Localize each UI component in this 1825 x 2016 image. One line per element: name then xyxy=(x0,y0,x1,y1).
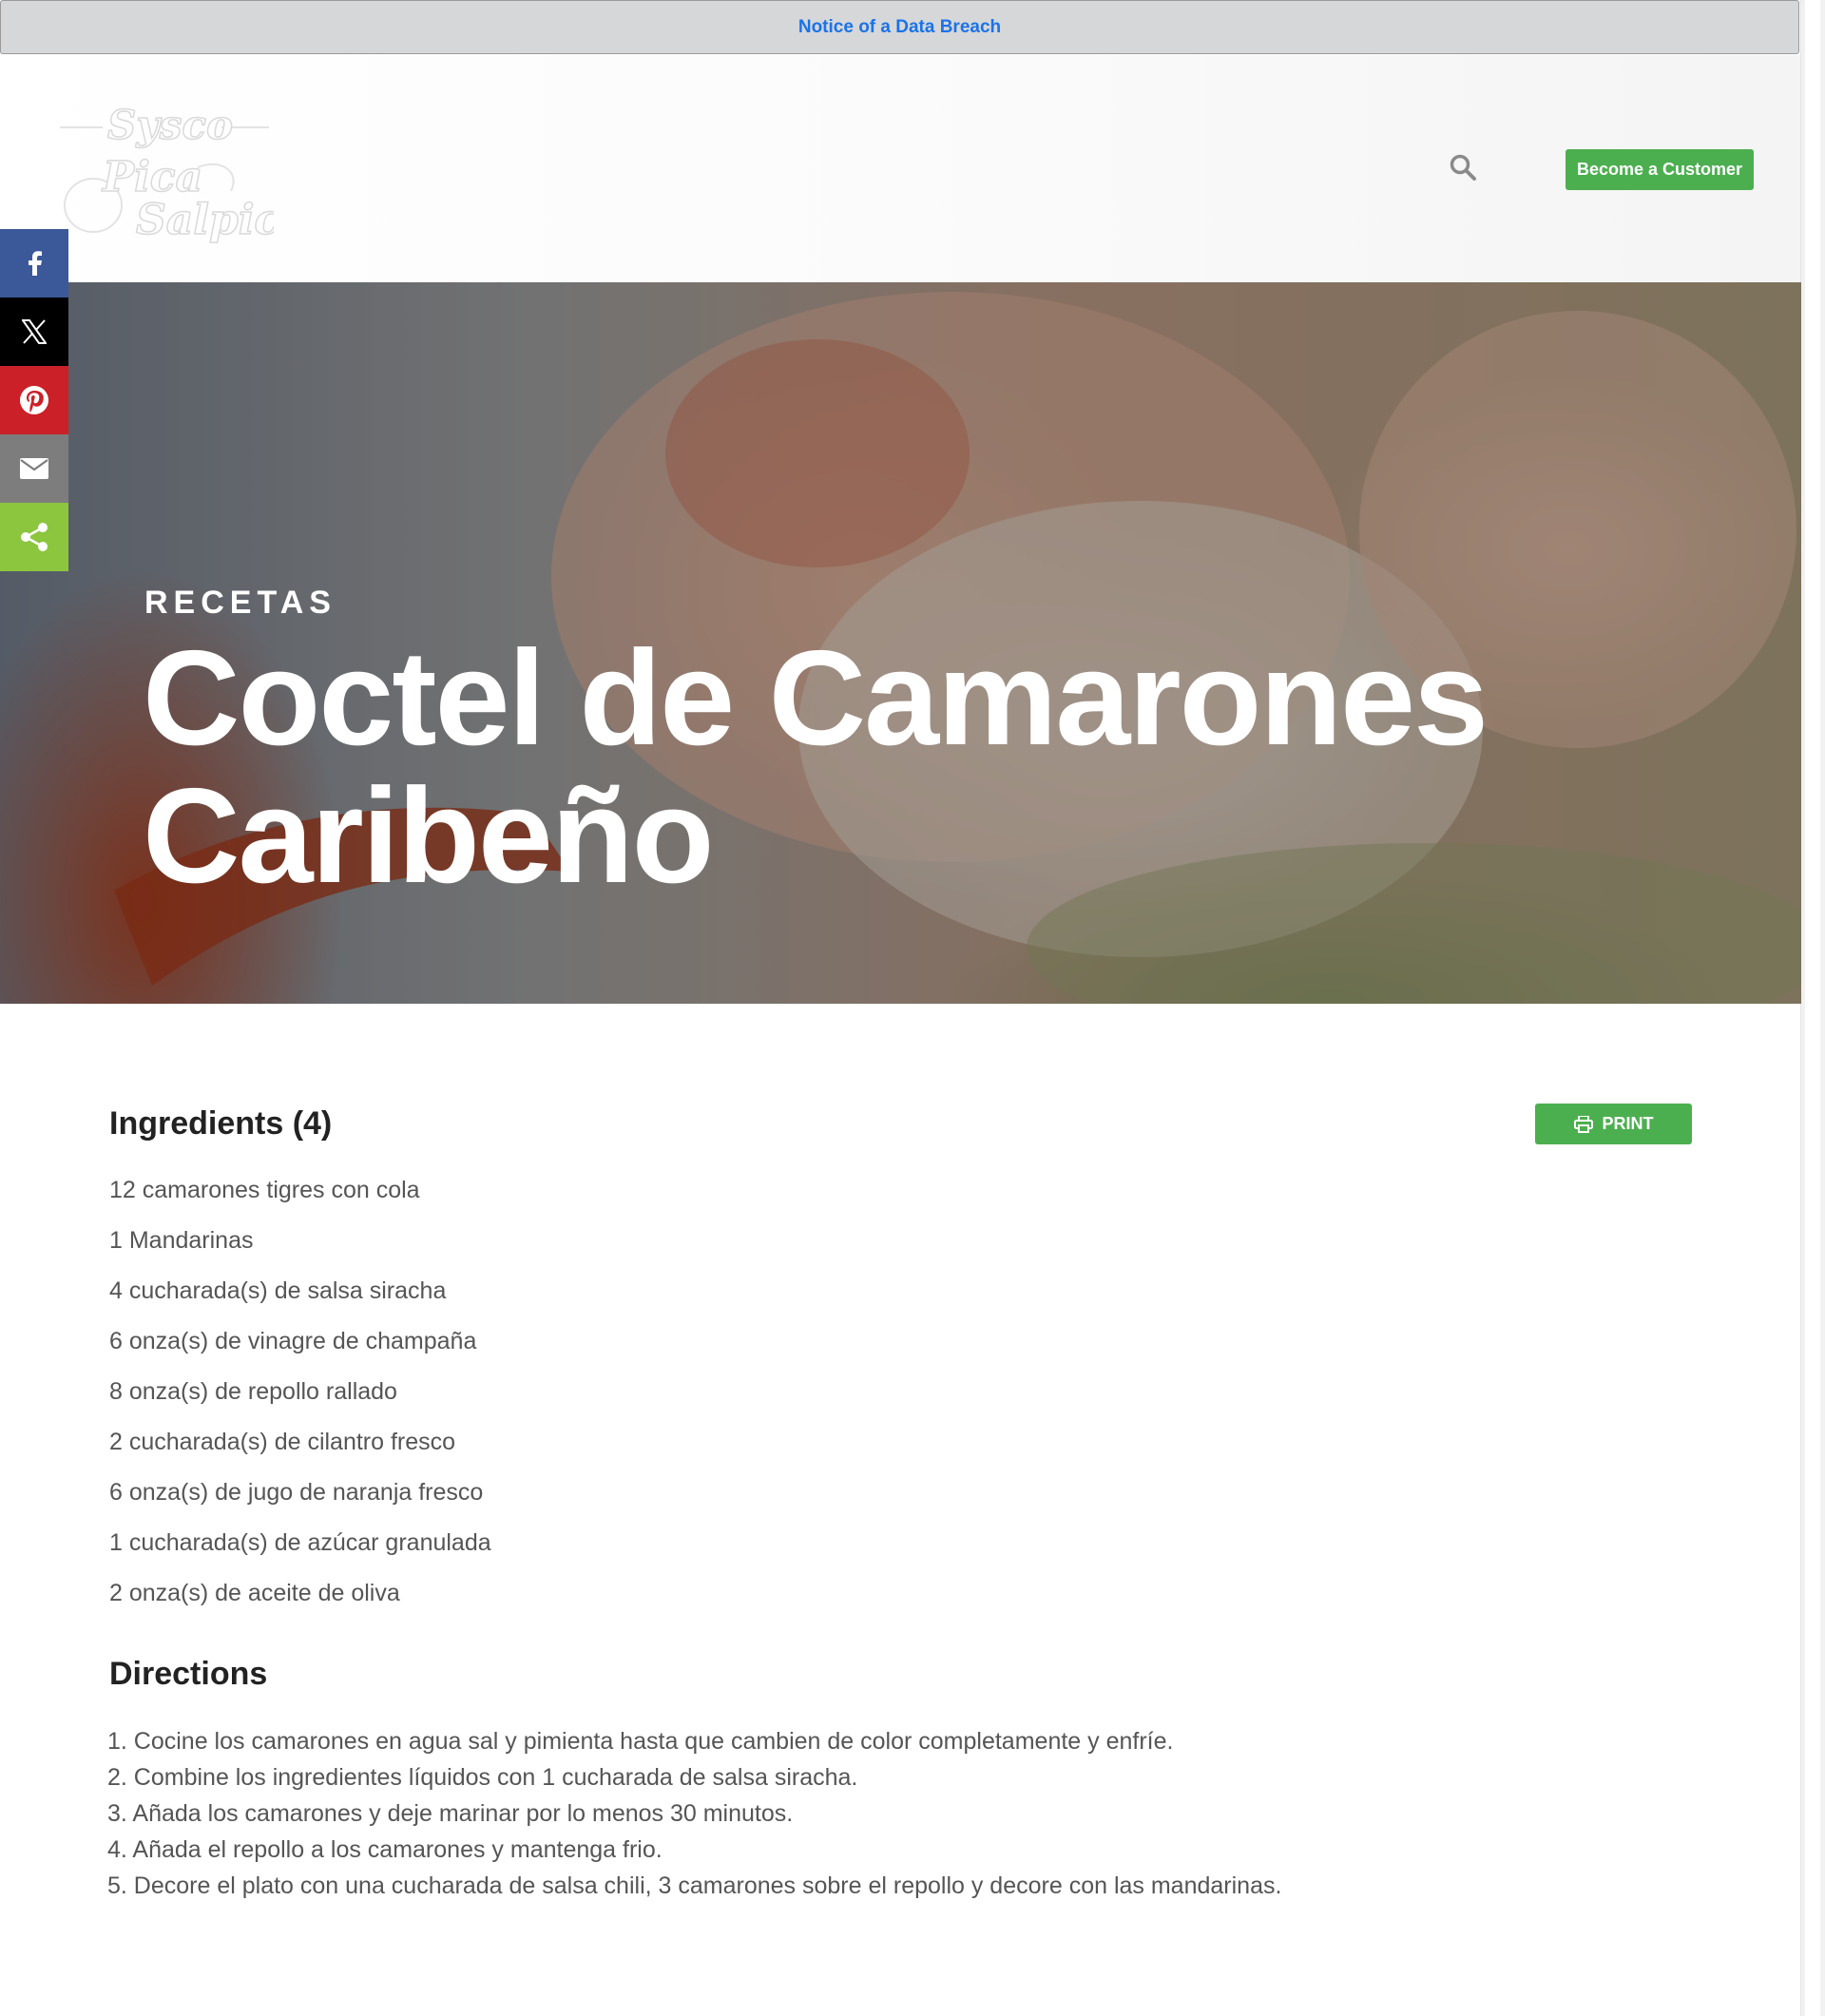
ingredient-item: 6 onza(s) de vinagre de champaña xyxy=(109,1328,477,1354)
print-button-label: PRINT xyxy=(1602,1114,1654,1133)
ingredient-item: 1 cucharada(s) de azúcar granulada xyxy=(109,1529,491,1556)
svg-text:Salpica: Salpica xyxy=(136,196,274,243)
pinterest-share-button[interactable] xyxy=(0,366,68,434)
svg-text:Pica: Pica xyxy=(101,153,202,202)
ingredient-item: 12 camarones tigres con cola xyxy=(109,1177,420,1203)
recipe-title-line-2: Caribeño xyxy=(143,760,714,912)
directions-heading: Directions xyxy=(109,1656,268,1692)
ingredient-item: 8 onza(s) de repollo rallado xyxy=(109,1378,397,1405)
facebook-share-button[interactable] xyxy=(0,229,68,298)
sysco-pica-salpica-logo[interactable]: Sysco Pica Salpica xyxy=(55,101,274,243)
share-icon xyxy=(21,523,48,551)
scrollbar-thumb[interactable] xyxy=(1805,0,1820,2016)
recipe-title: Coctel de Camarones Caribeño xyxy=(143,629,1568,905)
x-share-button[interactable] xyxy=(0,298,68,366)
ingredient-item: 2 cucharada(s) de cilantro fresco xyxy=(109,1429,456,1455)
search-icon[interactable] xyxy=(1449,153,1477,182)
direction-step: 5. Decore el plato con una cucharada de … xyxy=(107,1872,1282,1899)
recipe-title-line-1: Coctel de Camarones xyxy=(143,623,1489,774)
facebook-icon xyxy=(29,251,42,276)
x-icon xyxy=(22,319,47,344)
svg-text:Sysco: Sysco xyxy=(107,102,233,148)
ingredient-item: 6 onza(s) de jugo de naranja fresco xyxy=(109,1479,484,1506)
pinterest-icon xyxy=(20,386,48,414)
directions-list: 1. Cocine los camarones en agua sal y pi… xyxy=(107,1723,1281,1904)
ingredients-heading: Ingredients (4) xyxy=(109,1105,333,1142)
data-breach-notice-banner: Notice of a Data Breach xyxy=(0,0,1799,54)
ingredient-item: 2 onza(s) de aceite de oliva xyxy=(109,1580,400,1606)
ingredients-list: 12 camarones tigres con cola 1 Mandarina… xyxy=(109,1171,491,1624)
hero-category-label: RECETAS xyxy=(144,585,336,621)
printer-icon xyxy=(1573,1115,1593,1133)
print-recipe-button[interactable]: PRINT xyxy=(1535,1104,1692,1144)
page-scrollbar[interactable] xyxy=(1800,0,1825,2016)
direction-step: 4. Añada el repollo a los camarones y ma… xyxy=(107,1836,663,1863)
generic-share-button[interactable] xyxy=(0,503,68,571)
email-icon xyxy=(20,458,48,479)
become-a-customer-button[interactable]: Become a Customer xyxy=(1566,149,1754,190)
direction-step: 3. Añada los camarones y deje marinar po… xyxy=(107,1800,794,1827)
ingredient-item: 1 Mandarinas xyxy=(109,1227,254,1254)
hero-banner: RECETAS Coctel de Camarones Caribeño xyxy=(0,282,1801,1004)
site-header: Sysco Pica Salpica Become a Customer xyxy=(0,55,1800,282)
social-share-sidebar xyxy=(0,229,68,571)
direction-step: 1. Cocine los camarones en agua sal y pi… xyxy=(107,1728,1174,1755)
direction-step: 2. Combine los ingredientes líquidos con… xyxy=(107,1764,858,1791)
data-breach-notice-link[interactable]: Notice of a Data Breach xyxy=(798,17,1001,38)
email-share-button[interactable] xyxy=(0,434,68,503)
ingredient-item: 4 cucharada(s) de salsa siracha xyxy=(109,1277,447,1304)
